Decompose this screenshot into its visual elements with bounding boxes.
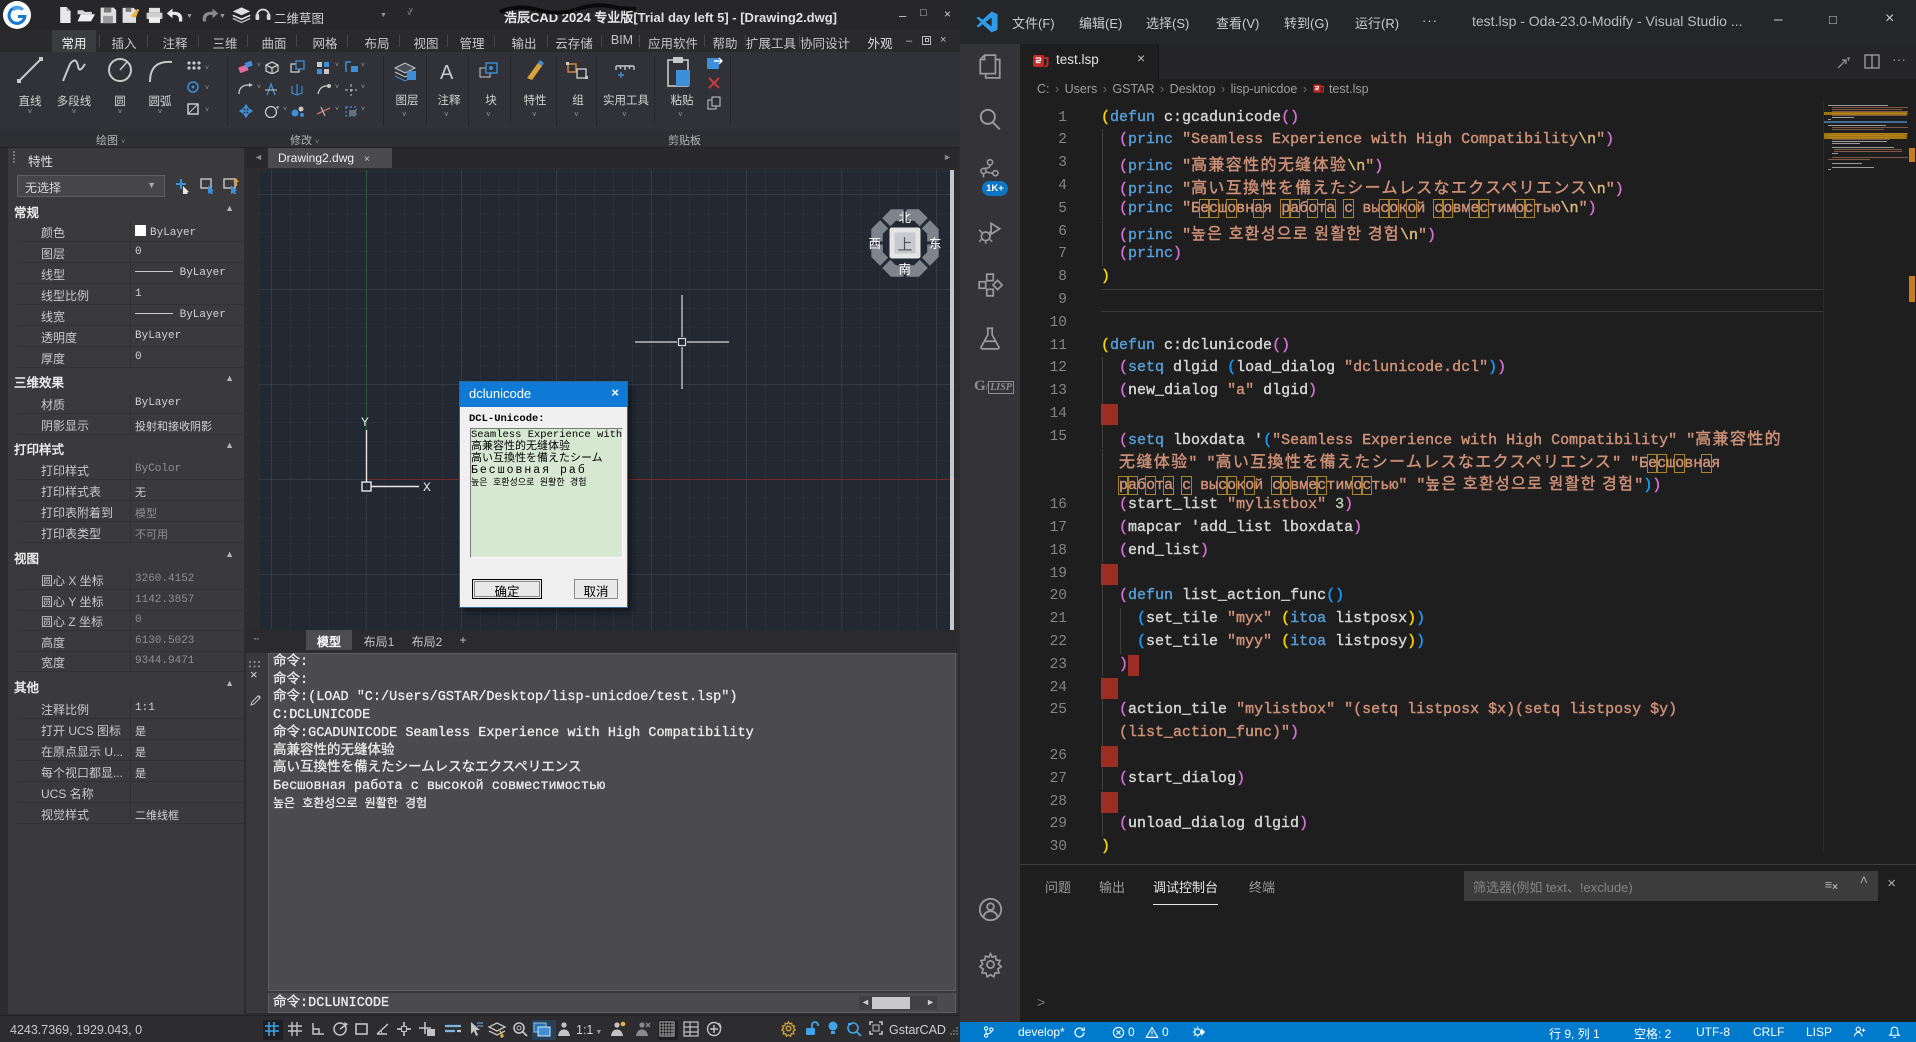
svg-text:南: 南 xyxy=(899,262,912,277)
svg-text:上: 上 xyxy=(898,237,913,254)
svg-text:西: 西 xyxy=(869,237,882,251)
svg-text:Y: Y xyxy=(361,416,369,430)
svg-text:东: 东 xyxy=(929,237,942,251)
svg-text:北: 北 xyxy=(899,211,912,225)
svg-text:X: X xyxy=(423,480,431,495)
svg-text:A: A xyxy=(440,62,454,84)
